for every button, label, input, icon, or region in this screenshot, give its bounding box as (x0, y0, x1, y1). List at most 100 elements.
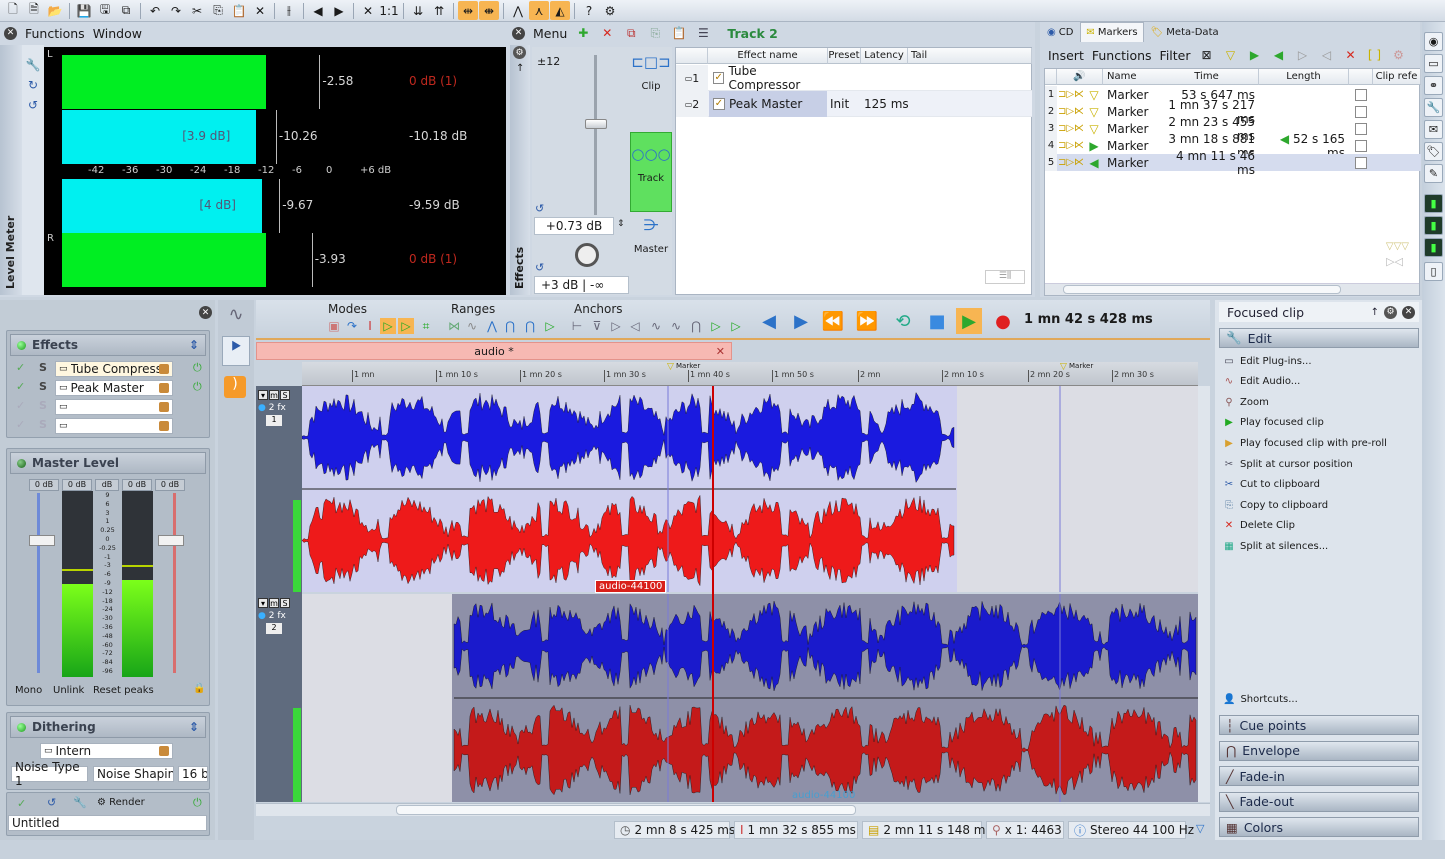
scrollbar-thumb[interactable] (396, 805, 856, 815)
menu-item-split[interactable]: ✂ Split at cursor position (1223, 455, 1353, 473)
settings-icon[interactable]: ⚙ (1391, 47, 1407, 63)
fast-forward-icon[interactable]: ⏩ (854, 308, 880, 334)
marker-row[interactable]: 5 ⊐▷⋉ ◀ Marker 4 mn 11 s 46 ms (1045, 149, 1421, 177)
mode-clip-icon[interactable]: ▣ (326, 318, 342, 334)
effects-side-tab[interactable]: ⚙ ↑ Effects (510, 45, 530, 295)
section-cue-points[interactable]: ┆ Cue points (1219, 715, 1419, 735)
col-latency[interactable]: Latency (861, 48, 908, 64)
track-fx-count[interactable]: 2 fx (269, 403, 286, 413)
checkbox[interactable] (1355, 140, 1367, 152)
plugin-menu-icon[interactable] (159, 421, 169, 431)
record-icon[interactable]: ● (990, 308, 1016, 334)
col-length[interactable]: Length (1259, 69, 1349, 85)
lock-icon[interactable]: 🔒 (193, 683, 205, 694)
mode-cursor-icon[interactable]: I (362, 318, 378, 334)
section-fade-in[interactable]: ╱ Fade-in (1219, 766, 1419, 786)
plugin-menu-icon[interactable] (159, 402, 169, 412)
merge-up-icon[interactable]: ⇈ (429, 1, 449, 20)
col-clip-ref[interactable]: Clip refe (1373, 69, 1421, 85)
tab-meta-data[interactable]: 🏷 Meta-Data (1146, 22, 1224, 42)
marker-checkbox[interactable] (1349, 105, 1373, 119)
vertical-scrollbar[interactable] (1198, 386, 1210, 802)
fx-led-icon[interactable]: ● (258, 403, 266, 413)
menu-item-plugin[interactable]: ▭ Edit Plug-ins... (1223, 352, 1311, 370)
shortcuts-item[interactable]: 👤 Shortcuts... (1223, 690, 1298, 708)
menu-window[interactable]: Window (93, 26, 142, 41)
stop-icon[interactable]: ■ (924, 308, 950, 334)
forward-icon[interactable]: ▶ (329, 1, 349, 20)
col-time[interactable]: Time (1155, 69, 1259, 85)
settings-icon[interactable]: ⚙ (1384, 305, 1397, 319)
prev-region-icon[interactable]: ◁ (1319, 47, 1335, 63)
close-icon[interactable]: ✕ (512, 26, 525, 40)
bit-depth-select[interactable]: 16 bi (178, 766, 208, 782)
play-marker-icon[interactable]: ⊐▷⋉ (1057, 140, 1085, 151)
range-label[interactable]: ±12 (537, 55, 560, 68)
scrollbar-thumb[interactable] (1063, 285, 1341, 294)
slot-enable-icon[interactable]: ✓ (16, 418, 25, 431)
phase-icon[interactable]: ▮ (1424, 238, 1443, 257)
unlink-button[interactable]: Unlink (53, 685, 84, 696)
slot-enable-icon[interactable]: ✓ (16, 380, 25, 393)
marker-label[interactable]: Marker (1069, 362, 1093, 370)
plugin-menu-icon[interactable] (159, 383, 169, 393)
master-led[interactable] (17, 458, 26, 468)
slot-solo[interactable]: S (39, 418, 47, 431)
playback-cursor[interactable] (712, 386, 714, 802)
snap-icon[interactable]: ⫲ (279, 1, 299, 20)
anchor-1-icon[interactable]: ⊢ (569, 318, 585, 334)
zoom-off-icon[interactable]: ✕ (358, 1, 378, 20)
open-folder-icon[interactable]: 📂 (45, 1, 65, 20)
reset-pan-icon[interactable]: ↺ (535, 261, 544, 274)
anchor-7-icon[interactable]: ⋂ (688, 318, 704, 334)
settings-icon[interactable]: ⚙ (513, 46, 526, 59)
copy-icon[interactable]: ⎘ (647, 25, 663, 41)
power-icon[interactable]: ⏻ (193, 380, 202, 394)
edit-section[interactable]: 🔧 Edit (1219, 328, 1419, 348)
refresh-icon[interactable]: ↻ (25, 77, 41, 93)
menu-item-waveform[interactable]: ∿ Edit Audio... (1223, 373, 1301, 391)
collapse-button[interactable]: ▾ (258, 390, 268, 400)
tab-markers[interactable]: ✉ Markers (1080, 22, 1144, 42)
checkbox[interactable] (1355, 123, 1367, 135)
reorder-icon[interactable]: ⇕ (189, 338, 199, 352)
podcast-icon[interactable]: ) (224, 376, 246, 398)
mode-range-icon[interactable]: ▷ (398, 318, 414, 334)
plugin-icon[interactable]: ⚙ (600, 1, 620, 20)
anchor-4-icon[interactable]: ◁ (627, 318, 643, 334)
effect-name-cell[interactable]: ✓ Tube Compressor (709, 64, 827, 92)
paste-icon[interactable]: 📋 (229, 1, 249, 20)
time-ruler[interactable]: 1 mn 1 mn 10 s 1 mn 20 s 1 mn 30 s 1 mn 40 s… (302, 362, 1198, 386)
slot-solo[interactable]: S (39, 399, 47, 412)
loop-icon[interactable]: ⟲ (890, 308, 916, 334)
rewind-icon[interactable]: ⏪ (820, 308, 846, 334)
undo-icon[interactable]: ↶ (145, 1, 165, 20)
slot-enable-icon[interactable]: ✓ (16, 361, 25, 374)
effect-slot[interactable]: ▭ Tube Compress (55, 361, 173, 377)
help-icon[interactable]: ? (579, 1, 599, 20)
mode-master[interactable]: ⋺ Master (630, 212, 672, 292)
render-button[interactable]: ⚙ Render (97, 797, 145, 808)
paste-icon[interactable]: 📋 (671, 25, 687, 41)
range-fade-icon[interactable]: ⋀ (484, 318, 500, 334)
plugin-icon[interactable]: ▭ (1424, 54, 1443, 73)
wrench-icon[interactable]: 🔧 (73, 796, 87, 809)
cut-icon[interactable]: ✂ (187, 1, 207, 20)
close-icon[interactable]: ✕ (199, 306, 212, 319)
play-marker-icon[interactable]: ⊐▷⋉ (1057, 106, 1085, 117)
envelope-icon[interactable]: ⋀ (508, 1, 528, 20)
solo-button[interactable]: S (280, 598, 290, 608)
status-info[interactable]: ⓘ Stereo 44 100 Hz (1068, 821, 1194, 839)
play-marker-icon[interactable]: ⊐▷⋉ (1057, 123, 1085, 134)
marker-checkbox[interactable] (1349, 122, 1373, 136)
spectrum-icon[interactable]: ▮ (1424, 216, 1443, 235)
metadata-icon[interactable]: 🏷 (1424, 142, 1443, 161)
max-level[interactable]: -9.59 dB (409, 198, 460, 212)
play-marker-icon[interactable]: ⊐▷⋉ (1057, 157, 1085, 168)
marker-flag-icon[interactable]: ▽ (667, 362, 674, 372)
meter-icon[interactable]: ▮ (1424, 194, 1443, 213)
remote-icon[interactable]: ▯ (1424, 262, 1443, 281)
range-fade2-icon[interactable]: ⋂ (502, 318, 518, 334)
copy-icon[interactable]: ⎘ (208, 1, 228, 20)
close-tab-icon[interactable]: ✕ (716, 345, 725, 358)
